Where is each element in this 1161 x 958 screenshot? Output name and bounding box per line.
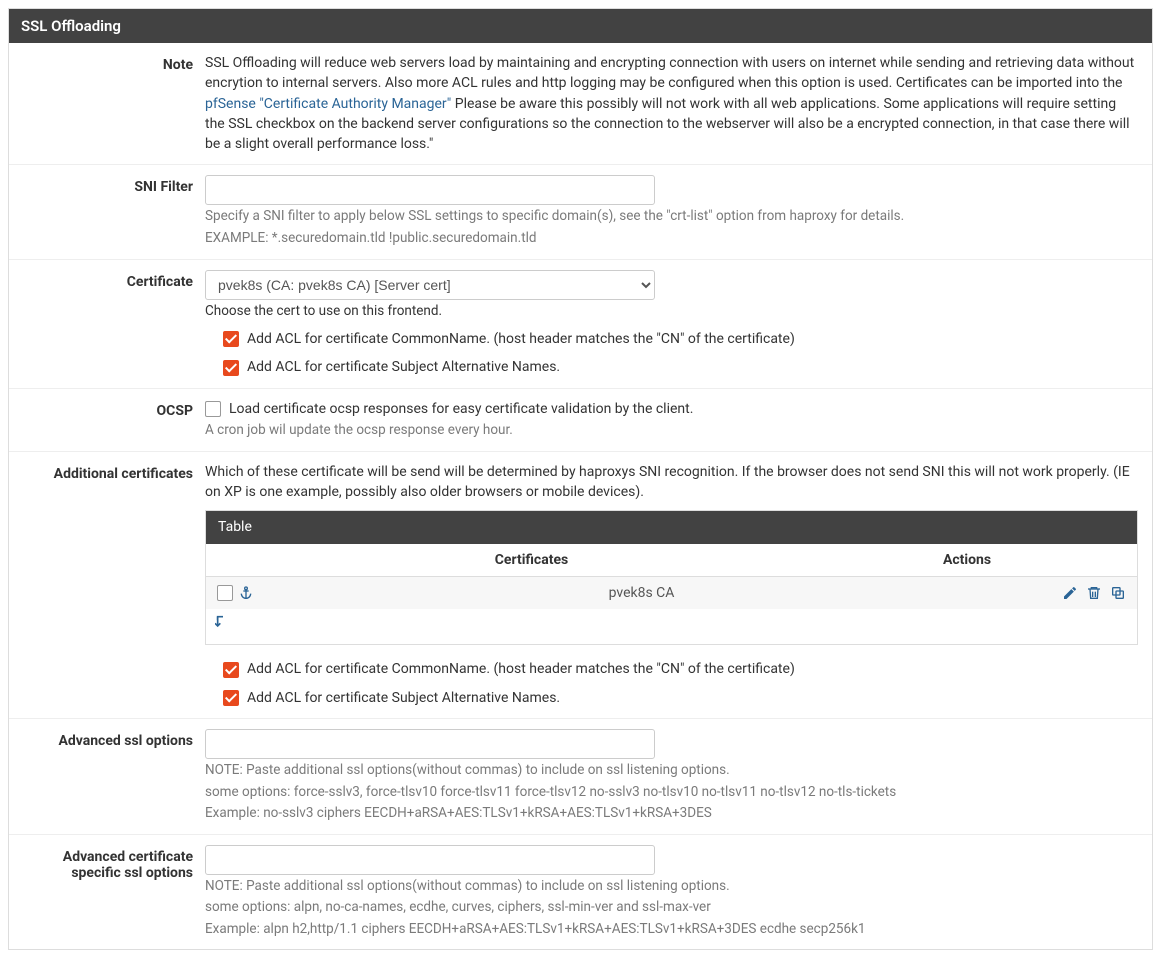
copy-icon[interactable] — [1109, 584, 1127, 602]
additional-acl-san-label: Add ACL for certificate Subject Alternat… — [247, 688, 560, 708]
row-cert-name: pvek8s CA — [266, 583, 1017, 603]
label-advanced-cert-ssl: Advanced certificate specific ssl option… — [13, 845, 205, 940]
additional-intro: Which of these certificate will be send … — [205, 462, 1138, 503]
label-advanced-ssl: Advanced ssl options — [13, 729, 205, 824]
anchor-icon[interactable] — [237, 584, 255, 602]
adv-cert-ssl-help-2: some options: alpn, no-ca-names, ecdhe, … — [205, 898, 1138, 918]
sni-filter-input[interactable] — [205, 175, 655, 205]
adv-cert-ssl-help-3: Example: alpn h2,http/1.1 ciphers EECDH+… — [205, 920, 1138, 940]
adv-ssl-help-3: Example: no-sslv3 ciphers EECDH+aRSA+AES… — [205, 804, 1138, 824]
col-certificates: Certificates — [266, 550, 797, 570]
cert-acl-san-label: Add ACL for certificate Subject Alternat… — [247, 357, 560, 377]
row-advanced-ssl: Advanced ssl options NOTE: Paste additio… — [9, 719, 1152, 835]
adv-ssl-help-2: some options: force-sslv3, force-tlsv10 … — [205, 783, 1138, 803]
cert-acl-cn-checkbox[interactable] — [223, 331, 239, 347]
delete-icon[interactable] — [1085, 584, 1103, 602]
cert-acl-san-checkbox[interactable] — [223, 360, 239, 376]
row-certificate: Certificate pvek8s (CA: pvek8s CA) [Serv… — [9, 260, 1152, 389]
row-note: Note SSL Offloading will reduce web serv… — [9, 43, 1152, 165]
row-additional-certificates: Additional certificates Which of these c… — [9, 452, 1152, 719]
adv-cert-ssl-help-1: NOTE: Paste additional ssl options(witho… — [205, 877, 1138, 897]
advanced-cert-ssl-input[interactable] — [205, 845, 655, 875]
label-ocsp: OCSP — [13, 399, 205, 441]
additional-acl-san-checkbox[interactable] — [223, 690, 239, 706]
label-certificate: Certificate — [13, 270, 205, 378]
col-actions: Actions — [797, 550, 1137, 570]
ocsp-help: A cron job wil update the ocsp response … — [205, 421, 1138, 441]
additional-cert-table: Table Certificates Actions pvek8s CA — [205, 510, 1138, 645]
label-sni-filter: SNI Filter — [13, 175, 205, 248]
note-text-before: SSL Offloading will reduce web servers l… — [205, 55, 1134, 91]
panel-title: SSL Offloading — [9, 9, 1152, 43]
advanced-ssl-input[interactable] — [205, 729, 655, 759]
ssl-offloading-panel: SSL Offloading Note SSL Offloading will … — [8, 8, 1153, 950]
cert-table-title: Table — [206, 511, 1137, 543]
add-row-icon[interactable] — [214, 613, 232, 631]
certificate-select[interactable]: pvek8s (CA: pvek8s CA) [Server cert] — [205, 270, 655, 300]
cert-authority-manager-link[interactable]: pfSense "Certificate Authority Manager" — [205, 96, 451, 112]
sni-help-1: Specify a SNI filter to apply below SSL … — [205, 207, 1138, 227]
row-sni-filter: SNI Filter Specify a SNI filter to apply… — [9, 165, 1152, 259]
label-note: Note — [13, 53, 205, 154]
additional-acl-cn-label: Add ACL for certificate CommonName. (hos… — [247, 659, 795, 679]
label-additional-certificates: Additional certificates — [13, 462, 205, 708]
row-advanced-cert-ssl: Advanced certificate specific ssl option… — [9, 835, 1152, 950]
adv-ssl-help-1: NOTE: Paste additional ssl options(witho… — [205, 761, 1138, 781]
cert-table-header: Certificates Actions — [206, 544, 1137, 577]
certificate-help: Choose the cert to use on this frontend. — [205, 302, 1138, 322]
row-ocsp: OCSP Load certificate ocsp responses for… — [9, 389, 1152, 452]
ocsp-checkbox-label: Load certificate ocsp responses for easy… — [229, 399, 693, 419]
sni-help-2: EXAMPLE: *.securedomain.tld !public.secu… — [205, 229, 1138, 249]
table-row: pvek8s CA — [206, 577, 1137, 609]
note-content: SSL Offloading will reduce web servers l… — [205, 53, 1148, 154]
ocsp-checkbox[interactable] — [205, 401, 221, 417]
row-select-checkbox[interactable] — [217, 585, 233, 601]
cert-acl-cn-label: Add ACL for certificate CommonName. (hos… — [247, 329, 795, 349]
edit-icon[interactable] — [1061, 584, 1079, 602]
additional-acl-cn-checkbox[interactable] — [223, 662, 239, 678]
